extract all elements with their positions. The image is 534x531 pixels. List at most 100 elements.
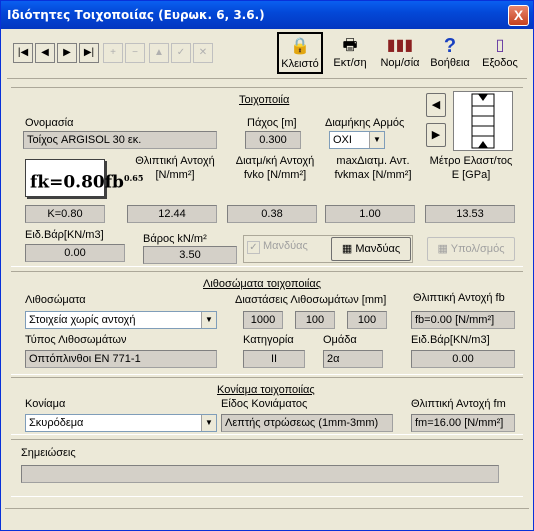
print-button[interactable]: 🖶 Εκτ/ση xyxy=(327,32,373,74)
units-label: Νομ/σία xyxy=(380,57,420,69)
mandyas-button[interactable]: ▦ Μανδύας xyxy=(331,237,411,261)
lock-button[interactable]: 🔒 Κλειστό xyxy=(277,32,323,74)
dim-width-field[interactable]: 100 xyxy=(295,311,335,329)
compressive-label-2: [N/mm²] xyxy=(155,169,195,181)
group-label: Ομάδα xyxy=(323,334,357,346)
nav-edit-button[interactable]: ▲ xyxy=(149,43,169,63)
category-field[interactable]: II xyxy=(243,350,305,368)
units-select[interactable]: Στοιχεία χωρίς αντοχή ▼ xyxy=(25,311,217,329)
help-icon: ? xyxy=(443,35,457,57)
name-field[interactable]: Τοίχος ARGISOL 30 εκ. xyxy=(23,131,217,149)
units-button[interactable]: ▮▮▮ Νομ/σία xyxy=(377,32,423,74)
calculate-button-label: Υπολ/σμός xyxy=(450,243,505,255)
mandyas-button-label: Μανδύας xyxy=(355,243,401,255)
maxshear-label-1: maxΔιατμ. Αντ. xyxy=(336,155,410,167)
maxshear-label-2: fvkmax [N/mm²] xyxy=(334,169,412,181)
fm-label: Θλιπτική Αντοχή fm xyxy=(411,398,506,410)
formula-box: fk=0.80fb0.65 xyxy=(25,159,143,197)
nav-prev-button[interactable]: ◀ xyxy=(35,43,55,63)
lock-label: Κλειστό xyxy=(281,58,319,70)
title-bar[interactable]: Ιδιότητες Τοιχοποιίας (Ευρωκ. 6, 3.6.) X xyxy=(1,1,533,29)
category-label: Κατηγορία xyxy=(243,334,294,346)
modulus-label-2: Ε [GPa] xyxy=(451,169,491,181)
books-icon: ▮▮▮ xyxy=(386,37,414,54)
printer-icon: 🖶 xyxy=(342,37,358,54)
exit-door-icon: ▯ xyxy=(495,37,505,54)
fb-field[interactable]: fb=0.00 [N/mm²] xyxy=(411,311,515,329)
mortar-type-label: Είδος Κονιάματος xyxy=(221,398,308,410)
maxshear-field[interactable]: 1.00 xyxy=(325,205,415,223)
thickness-field[interactable]: 0.300 xyxy=(245,131,301,149)
help-label: Βοήθεια xyxy=(430,57,470,69)
modulus-field[interactable]: 13.53 xyxy=(425,205,515,223)
mandyas-checkbox-label: Μανδύας xyxy=(263,240,308,252)
nav-first-button[interactable]: |◀ xyxy=(13,43,33,63)
type-field[interactable]: Οπτόπλινθοι EN 771-1 xyxy=(25,350,217,368)
wall-section-icon xyxy=(471,93,495,149)
shear-label-2: fvko [N/mm²] xyxy=(243,169,307,181)
status-bar xyxy=(5,508,529,528)
wall-section-image xyxy=(453,91,513,151)
print-label: Εκτ/ση xyxy=(333,57,367,69)
weight-field[interactable]: 3.50 xyxy=(143,246,237,264)
modulus-label-1: Μέτρο Ελαστ/τος xyxy=(429,155,513,167)
calculator-icon: ▦ xyxy=(341,243,353,255)
toolbar: |◀ ◀ ▶ ▶| + − ▲ ✓ ✕ 🔒 Κλειστό 🖶 Εκτ/ση ▮… xyxy=(7,31,527,79)
arrow-left-icon: ◀ xyxy=(431,99,441,111)
notes-label: Σημειώσεις xyxy=(21,447,76,459)
masonry-section-title: Τοιχοποιία xyxy=(239,94,290,106)
mortar-select[interactable]: Σκυρόδεμα ▼ xyxy=(25,414,217,432)
nav-last-button[interactable]: ▶| xyxy=(79,43,99,63)
lock-icon: 🔒 xyxy=(290,38,310,55)
window-title: Ιδιότητες Τοιχοποιίας (Ευρωκ. 6, 3.6.) xyxy=(7,8,265,22)
k-field[interactable]: K=0.80 xyxy=(25,205,105,223)
exit-button[interactable]: ▯ Εξοδος xyxy=(477,32,523,74)
chevron-down-icon[interactable]: ▼ xyxy=(369,132,384,148)
units-unit-weight-field[interactable]: 0.00 xyxy=(411,350,515,368)
arrow-right-icon: ▶ xyxy=(431,129,441,141)
weight-label: Βάρος kN/m² xyxy=(143,233,207,245)
chevron-down-icon[interactable]: ▼ xyxy=(201,415,216,431)
name-label: Ονομασία xyxy=(25,117,74,129)
shear-label-1: Διατμ/κή Αντοχή xyxy=(235,155,315,167)
image-next-button[interactable]: ▶ xyxy=(426,123,446,147)
fm-field[interactable]: fm=16.00 [N/mm²] xyxy=(411,414,515,432)
masonry-properties-window: Ιδιότητες Τοιχοποιίας (Ευρωκ. 6, 3.6.) X… xyxy=(0,0,534,531)
thickness-label: Πάχος [m] xyxy=(247,117,297,129)
chevron-down-icon[interactable]: ▼ xyxy=(201,312,216,328)
mortar-section-title: Κονίαμα τοιχοποιίας xyxy=(217,384,315,396)
dims-label: Διαστάσεις Λιθοσωμάτων [mm] xyxy=(235,294,387,306)
group-field[interactable]: 2α xyxy=(323,350,383,368)
exit-label: Εξοδος xyxy=(482,57,518,69)
mortar-select-value: Σκυρόδεμα xyxy=(29,417,84,429)
units-unit-weight-label: Ειδ.Βάρ[KN/m3] xyxy=(411,334,490,346)
nav-add-button[interactable]: + xyxy=(103,43,123,63)
calculate-button[interactable]: ▦ Υπολ/σμός xyxy=(427,237,515,261)
joint-select-value: ΟΧΙ xyxy=(333,134,352,146)
units-section-title: Λιθοσώματα τοιχοποιίας xyxy=(203,278,321,290)
unit-weight-field[interactable]: 0.00 xyxy=(25,244,125,262)
units-label: Λιθοσώματα xyxy=(25,294,86,306)
compressive-field[interactable]: 12.44 xyxy=(127,205,217,223)
formula-text: fk=0.80fb xyxy=(30,172,124,193)
mandyas-checkbox[interactable]: ✓ xyxy=(247,241,260,254)
dim-length-field[interactable]: 1000 xyxy=(243,311,283,329)
compressive-label-1: Θλιπτική Αντοχή xyxy=(135,155,215,167)
nav-post-button[interactable]: ✓ xyxy=(171,43,191,63)
joint-select[interactable]: ΟΧΙ ▼ xyxy=(329,131,385,149)
mortar-type-field[interactable]: Λεπτής στρώσεως (1mm-3mm) xyxy=(221,414,393,432)
shear-field[interactable]: 0.38 xyxy=(227,205,317,223)
dim-height-field[interactable]: 100 xyxy=(347,311,387,329)
help-button[interactable]: ? Βοήθεια xyxy=(427,32,473,74)
type-label: Τύπος Λιθοσωμάτων xyxy=(25,334,127,346)
notes-field[interactable] xyxy=(21,465,499,483)
nav-remove-button[interactable]: − xyxy=(125,43,145,63)
units-select-value: Στοιχεία χωρίς αντοχή xyxy=(29,314,136,326)
image-prev-button[interactable]: ◀ xyxy=(426,93,446,117)
nav-cancel-button[interactable]: ✕ xyxy=(193,43,213,63)
unit-weight-label: Ειδ.Βάρ[KN/m3] xyxy=(25,229,104,241)
nav-next-button[interactable]: ▶ xyxy=(57,43,77,63)
mortar-label: Κονίαμα xyxy=(25,398,66,410)
close-button[interactable]: X xyxy=(508,5,529,26)
calculator-icon: ▦ xyxy=(437,243,448,255)
